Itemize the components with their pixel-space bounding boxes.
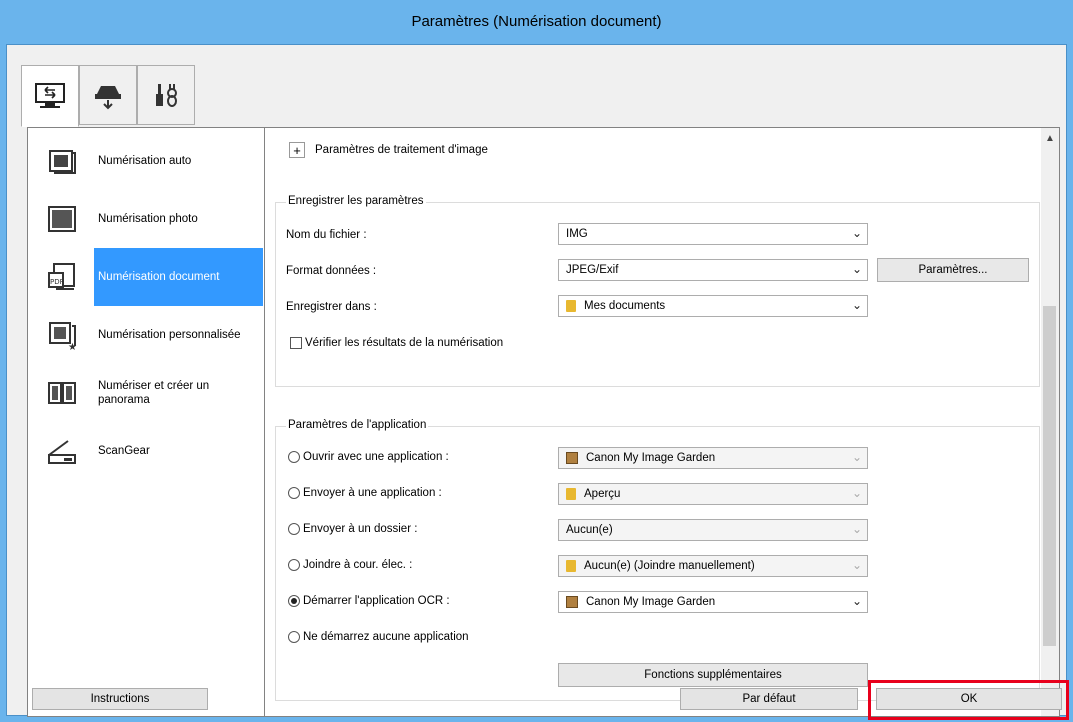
radio-button[interactable] [288, 559, 300, 571]
instructions-button[interactable]: Instructions [32, 688, 208, 710]
radio-label: Joindre à cour. élec. : [303, 559, 413, 571]
custom-scan-icon: ★ [49, 322, 77, 351]
save-in-value: Mes documents [584, 300, 666, 312]
filename-combo[interactable]: IMG ⌄ [558, 223, 868, 245]
scan-mode-list: Numérisation auto Numérisation photo PDF… [27, 127, 265, 717]
ok-highlight-frame [868, 680, 1069, 720]
chevron-down-icon: ⌄ [851, 450, 862, 464]
folder-icon [566, 560, 576, 572]
radio-button[interactable] [288, 487, 300, 499]
sidebar-item-label: Numériser et créer un panorama [98, 380, 210, 406]
combo-value: Canon My Image Garden [586, 452, 716, 464]
app-settings-group: Paramètres de l'application Ouvrir avec … [275, 419, 1040, 701]
sidebar-item-label: Numérisation photo [98, 213, 198, 225]
chevron-down-icon: ⌄ [851, 486, 862, 500]
radio-send-to-app[interactable]: Envoyer à une application : [288, 487, 442, 499]
checkbox-box[interactable] [290, 337, 302, 349]
defaults-button[interactable]: Par défaut [680, 688, 858, 710]
sidebar-item-label: ScanGear [98, 445, 150, 457]
scangear-icon [48, 440, 76, 464]
image-processing-expander[interactable]: + Paramètres de traitement d'image [289, 142, 488, 158]
radio-button[interactable] [288, 451, 300, 463]
sidebar-item-document-scan[interactable]: PDF Numérisation document [28, 248, 264, 306]
radio-start-ocr[interactable]: Démarrer l'application OCR : [288, 595, 450, 607]
dialog-body: Numérisation auto Numérisation photo PDF… [6, 44, 1067, 717]
radio-label: Démarrer l'application OCR : [303, 595, 450, 607]
document-scan-icon: PDF [48, 263, 75, 290]
radio-button[interactable] [288, 631, 300, 643]
open-with-app-combo: Canon My Image Garden ⌄ [558, 447, 868, 469]
general-settings-icon [156, 84, 177, 107]
attach-email-combo: Aucun(e) (Joindre manuellement) ⌄ [558, 555, 868, 577]
folder-icon [566, 300, 576, 312]
check-results-label: Vérifier les résultats de la numérisatio… [305, 337, 504, 349]
radio-label: Ouvrir avec une application : [303, 451, 449, 463]
format-combo[interactable]: JPEG/Exif ⌄ [558, 259, 868, 281]
format-settings-button[interactable]: Paramètres... [877, 258, 1029, 282]
radio-no-app[interactable]: Ne démarrez aucune application [288, 631, 469, 643]
radio-label: Envoyer à un dossier : [303, 523, 418, 535]
combo-value: Aucun(e) [566, 524, 613, 536]
svg-text:PDF: PDF [50, 278, 64, 286]
vertical-scrollbar[interactable]: ▲ ▼ [1041, 128, 1059, 716]
chevron-down-icon[interactable]: ⌄ [852, 298, 862, 312]
radio-label: Ne démarrez aucune application [303, 631, 469, 643]
combo-value: Canon My Image Garden [586, 596, 716, 608]
sidebar-item-label: Numérisation document [94, 248, 263, 306]
sidebar-item-photo-scan[interactable]: Numérisation photo [28, 190, 264, 248]
panorama-scan-icon [48, 382, 76, 404]
svg-text:★: ★ [68, 342, 77, 351]
photo-scan-icon [48, 206, 76, 232]
combo-value: Aucun(e) (Joindre manuellement) [584, 560, 755, 572]
filename-value: IMG [566, 228, 588, 240]
app-icon [566, 596, 578, 608]
save-settings-title: Enregistrer les paramètres [286, 195, 426, 207]
sidebar-item-scangear[interactable]: ScanGear [28, 422, 264, 480]
expand-icon[interactable]: + [289, 142, 305, 158]
more-functions-button[interactable]: Fonctions supplémentaires [558, 663, 868, 687]
chevron-down-icon[interactable]: ⌄ [852, 226, 862, 240]
ocr-app-combo[interactable]: Canon My Image Garden ⌄ [558, 591, 868, 613]
radio-button-selected[interactable] [288, 595, 300, 607]
sidebar-item-custom-scan[interactable]: ★ Numérisation personnalisée [28, 306, 264, 364]
scroll-up-icon[interactable]: ▲ [1041, 130, 1059, 148]
tab-general-settings[interactable] [137, 65, 195, 125]
sidebar-item-label: Numérisation auto [98, 155, 192, 167]
chevron-down-icon: ⌄ [851, 522, 862, 536]
radio-send-to-folder[interactable]: Envoyer à un dossier : [288, 523, 417, 535]
scan-from-operation-panel-icon [95, 86, 121, 110]
sidebar-item-panorama-scan[interactable]: Numériser et créer un panorama [28, 364, 264, 422]
send-to-app-combo: Aperçu ⌄ [558, 483, 868, 505]
app-folder-icon [566, 488, 576, 500]
chevron-down-icon[interactable]: ⌄ [852, 594, 862, 608]
sidebar-item-auto-scan[interactable]: Numérisation auto [28, 132, 264, 190]
save-settings-group: Enregistrer les paramètres Nom du fichie… [275, 195, 1040, 387]
radio-attach-email[interactable]: Joindre à cour. élec. : [288, 559, 412, 571]
chevron-down-icon[interactable]: ⌄ [852, 262, 862, 276]
radio-open-with-app[interactable]: Ouvrir avec une application : [288, 451, 449, 463]
radio-label: Envoyer à une application : [303, 487, 442, 499]
send-to-folder-combo: Aucun(e) ⌄ [558, 519, 868, 541]
format-value: JPEG/Exif [566, 264, 619, 276]
filename-label: Nom du fichier : [286, 229, 367, 241]
format-label: Format données : [286, 265, 377, 277]
save-in-label: Enregistrer dans : [286, 301, 377, 313]
settings-panel: + Paramètres de traitement d'image Enreg… [265, 127, 1060, 717]
radio-button[interactable] [288, 523, 300, 535]
chevron-down-icon: ⌄ [851, 558, 862, 572]
window-title: Paramètres (Numérisation document) [411, 13, 662, 30]
tab-scan-from-computer[interactable] [21, 65, 79, 127]
save-in-combo[interactable]: Mes documents ⌄ [558, 295, 868, 317]
combo-value: Aperçu [584, 488, 621, 500]
check-results-checkbox[interactable]: Vérifier les résultats de la numérisatio… [290, 337, 503, 349]
app-icon [566, 452, 578, 464]
image-processing-label: Paramètres de traitement d'image [315, 144, 488, 156]
sidebar-item-label: Numérisation personnalisée [98, 329, 241, 341]
auto-scan-icon [49, 150, 76, 174]
tab-scan-from-panel[interactable] [79, 65, 137, 125]
scan-from-computer-icon [35, 83, 65, 108]
app-settings-title: Paramètres de l'application [286, 419, 429, 431]
scrollbar-thumb[interactable] [1043, 306, 1056, 646]
